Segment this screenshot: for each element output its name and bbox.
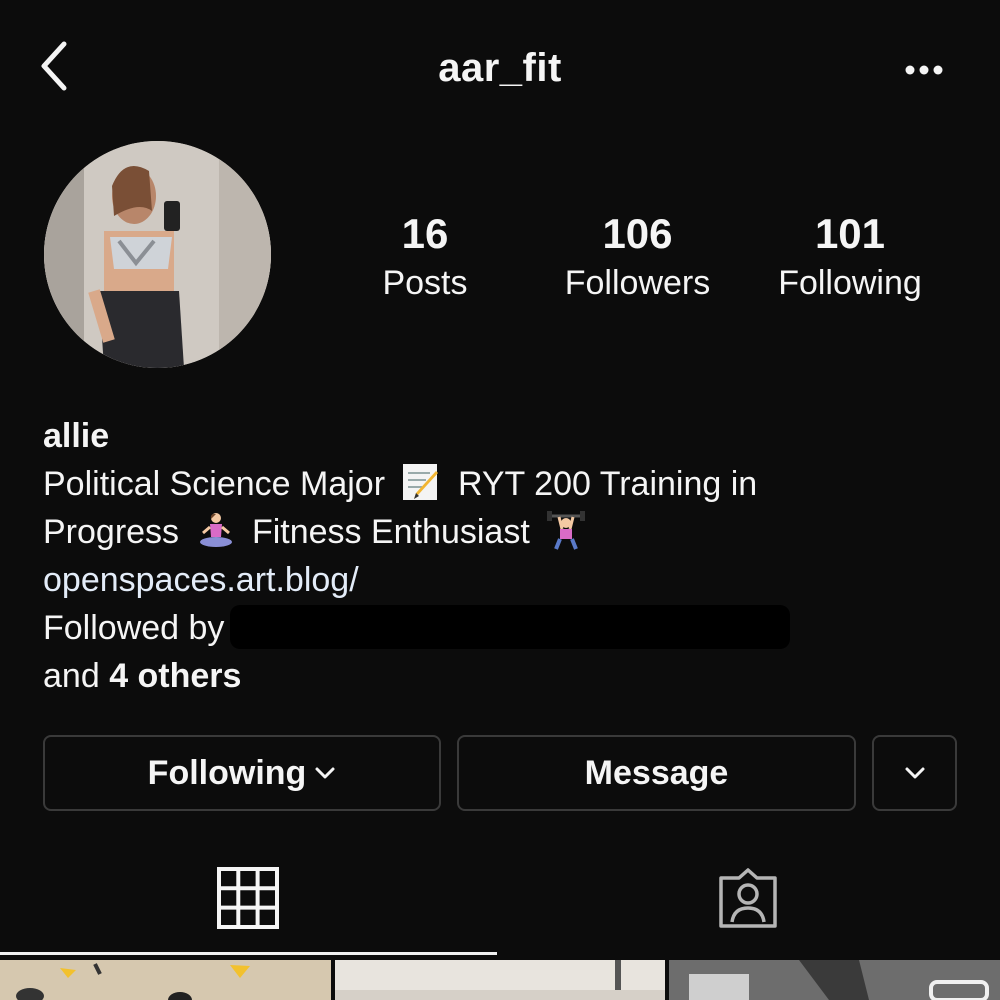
tagged-person-icon[interactable]: [715, 866, 781, 932]
person-lifting-weights-emoji: [547, 511, 586, 550]
active-tab-indicator: [0, 952, 497, 955]
following-count[interactable]: 101 Following: [760, 208, 940, 306]
followed-by-others-line[interactable]: and 4 others: [43, 652, 963, 700]
followed-by-line[interactable]: Followed by: [43, 604, 963, 652]
bio-text-major: Political Science Major: [43, 465, 386, 503]
chevron-down-icon: [315, 767, 335, 779]
more-horizontal-icon[interactable]: [900, 55, 948, 85]
bio-line-1: Political Science Major RYT 200 Training…: [43, 460, 963, 508]
posts-number: 16: [401, 210, 449, 257]
followers-count[interactable]: 106 Followers: [545, 208, 730, 306]
post-thumbnail[interactable]: [669, 960, 1000, 1000]
bio-line-2: Progress Fitness Enthusiast: [43, 508, 963, 556]
bio-text-progress: Progress: [43, 513, 180, 551]
person-in-lotus-position-emoji: [199, 513, 232, 547]
following-button[interactable]: Following: [43, 735, 441, 811]
message-button-label: Message: [584, 753, 729, 792]
redacted-usernames: [230, 605, 791, 649]
profile-username: aar_fit: [438, 46, 562, 90]
bio-website-link[interactable]: openspaces.art.blog/: [43, 556, 963, 604]
message-button[interactable]: Message: [457, 735, 856, 811]
followers-number: 106: [602, 210, 673, 257]
suggested-accounts-button[interactable]: [872, 735, 957, 811]
followers-label: Followers: [564, 264, 711, 302]
chevron-down-icon: [905, 767, 924, 779]
profile-bio: allie Political Science Major RYT 200 Tr…: [43, 412, 963, 700]
bio-text-fitness: Fitness Enthusiast: [251, 513, 530, 551]
posts-label: Posts: [382, 264, 468, 302]
followed-by-text: Followed by: [43, 609, 225, 647]
and-text: and: [43, 657, 100, 695]
display-name: allie: [43, 417, 110, 455]
following-label: Following: [778, 264, 922, 302]
post-thumbnail[interactable]: [335, 960, 665, 1000]
grid-icon[interactable]: [216, 866, 280, 930]
bio-text-ryt: RYT 200 Training in: [457, 465, 758, 503]
following-button-label: Following: [147, 753, 307, 792]
top-bar: aar_fit: [0, 0, 1000, 140]
posts-count[interactable]: 16 Posts: [340, 208, 510, 306]
post-thumbnail[interactable]: [0, 960, 331, 1000]
following-number: 101: [814, 210, 886, 257]
profile-avatar[interactable]: [44, 141, 271, 368]
others-count: 4 others: [109, 657, 242, 695]
memo-emoji: [403, 464, 439, 500]
